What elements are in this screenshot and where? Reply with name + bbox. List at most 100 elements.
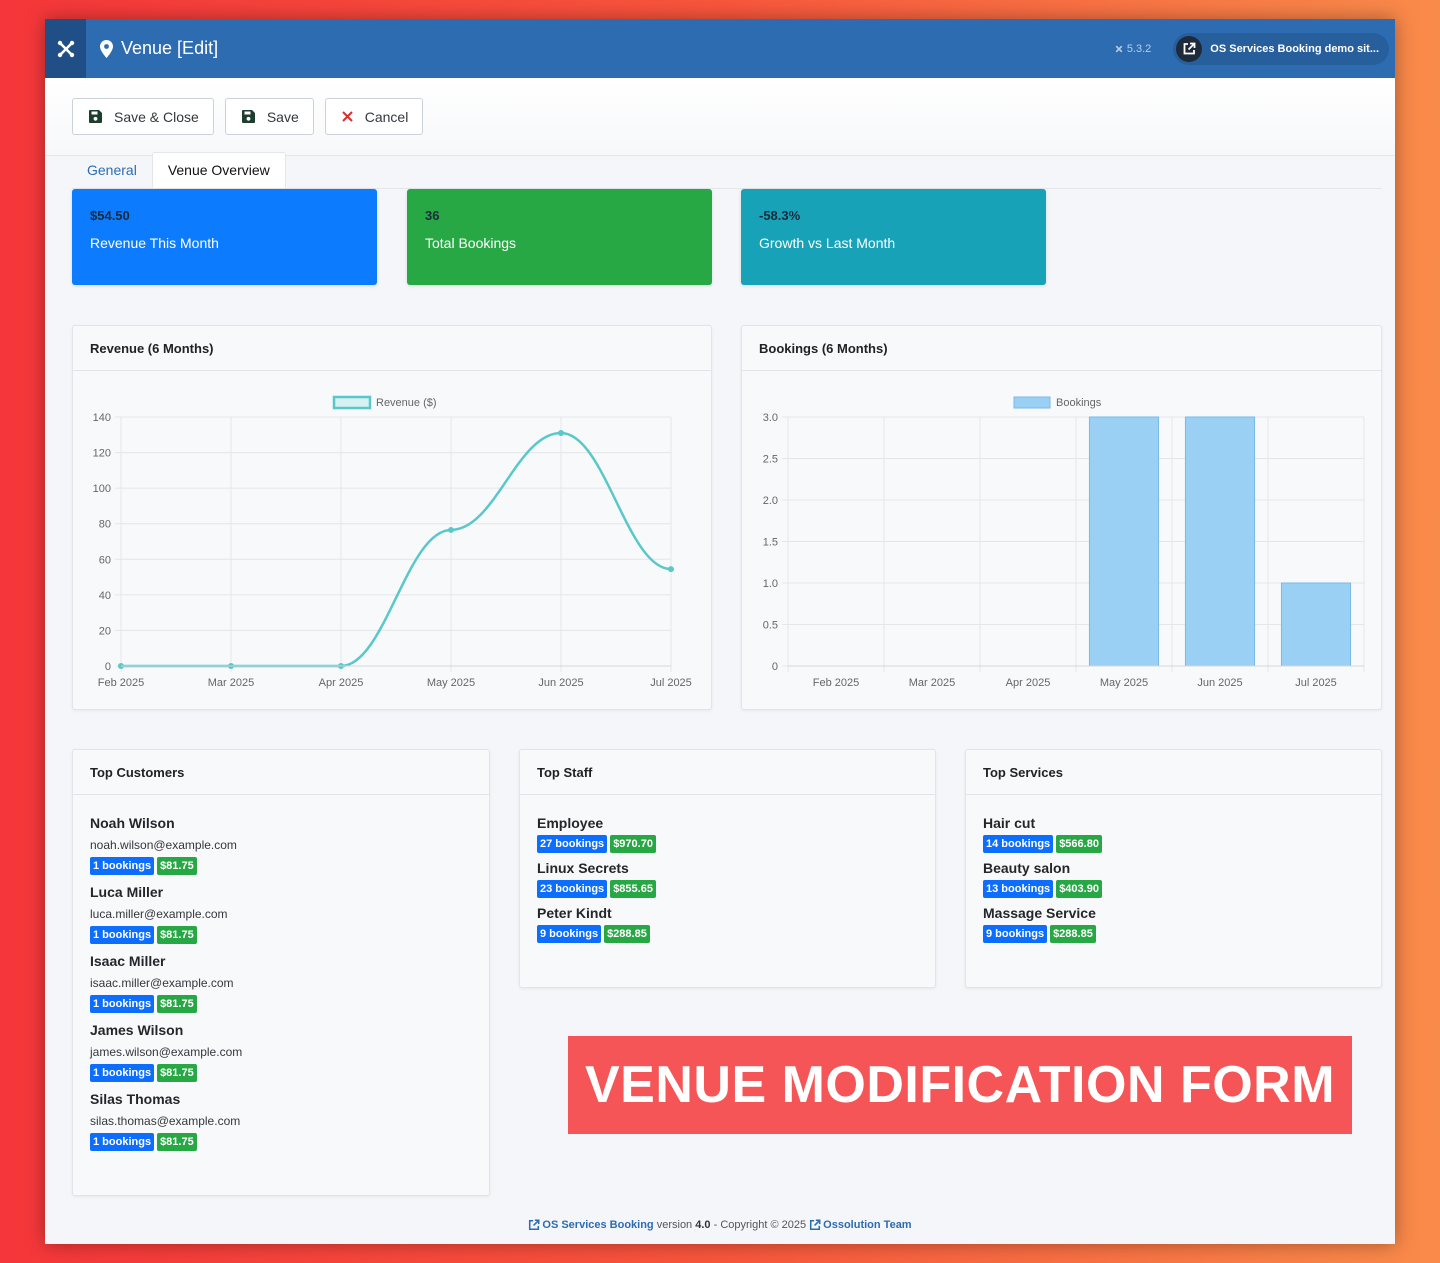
customer-name: James Wilson bbox=[90, 1022, 184, 1038]
bookings-badge: 1 bookings bbox=[90, 1133, 155, 1151]
bookings-badge: 1 bookings bbox=[90, 926, 155, 944]
amount-badge: $855.65 bbox=[610, 880, 656, 898]
list-item: Isaac Miller isaac.miller@example.com 1 … bbox=[90, 953, 472, 1013]
tab-general[interactable]: General bbox=[72, 152, 152, 188]
save-close-button[interactable]: Save & Close bbox=[72, 98, 214, 135]
x-tick-label: Feb 2025 bbox=[98, 677, 144, 689]
bookings-badge: 27 bookings bbox=[537, 835, 608, 853]
list-item: Peter Kindt 9 bookings $288.85 bbox=[537, 905, 918, 943]
customer-name: Isaac Miller bbox=[90, 953, 166, 969]
list-item: Employee 27 bookings $970.70 bbox=[537, 815, 918, 853]
bookings-badge: 9 bookings bbox=[537, 925, 602, 943]
legend: Revenue ($) bbox=[332, 395, 437, 410]
legend-label: Revenue ($) bbox=[376, 397, 437, 409]
list-item: Beauty salon 13 bookings $403.90 bbox=[983, 860, 1364, 898]
top-staff-card: Top Staff Employee 27 bookings $970.70 Li… bbox=[519, 749, 936, 988]
y-tick-label: 2.5 bbox=[763, 454, 778, 466]
save-button[interactable]: Save bbox=[224, 98, 314, 135]
list-item: Linux Secrets 23 bookings $855.65 bbox=[537, 860, 918, 898]
product-name: OS Services Booking bbox=[542, 1219, 654, 1231]
version-label: version bbox=[656, 1219, 693, 1231]
service-name: Hair cut bbox=[983, 815, 1036, 831]
tab-venue-overview[interactable]: Venue Overview bbox=[151, 152, 286, 188]
y-tick-label: 140 bbox=[93, 412, 111, 424]
team-name: Ossolution Team bbox=[823, 1219, 912, 1231]
y-tick-label: 40 bbox=[99, 590, 111, 602]
series-line bbox=[121, 431, 672, 668]
stat-value: $54.50 bbox=[90, 208, 130, 223]
list-item: Noah Wilson noah.wilson@example.com 1 bo… bbox=[90, 815, 472, 875]
top-staff-title: Top Staff bbox=[520, 750, 935, 795]
customer-email: isaac.miller@example.com bbox=[90, 976, 234, 990]
service-name: Beauty salon bbox=[983, 860, 1071, 876]
amount-badge: $970.70 bbox=[610, 835, 656, 853]
data-point bbox=[668, 566, 674, 573]
y-tick-label: 0.5 bbox=[763, 620, 778, 632]
bookings-badge: 14 bookings bbox=[983, 835, 1054, 853]
y-tick-label: 2.0 bbox=[763, 495, 778, 507]
amount-badge: $81.75 bbox=[157, 1064, 197, 1082]
customer-email: noah.wilson@example.com bbox=[90, 838, 237, 852]
bookings-badge: 1 bookings bbox=[90, 1064, 155, 1082]
cancel-button[interactable]: Cancel bbox=[324, 98, 424, 135]
version-text: 5.3.2 bbox=[1126, 42, 1152, 55]
legend: Bookings bbox=[1013, 396, 1102, 409]
bookings-chart: 0 0.5 1.0 1.5 2.0 2.5 3.0 Feb 2025 Mar 2025 Apr 2… bbox=[763, 396, 1365, 689]
header-bar: Venue [Edit] 5.3.2 OS Services Booking d… bbox=[45, 19, 1395, 78]
bar bbox=[1088, 416, 1160, 667]
save-close-label: Save & Close bbox=[114, 108, 199, 125]
stat-label: Total Bookings bbox=[425, 235, 517, 251]
x-tick-label: Apr 2025 bbox=[1006, 677, 1051, 689]
site-link-button[interactable]: OS Services Booking demo sit... bbox=[1173, 32, 1389, 65]
toolbar: Save & Close Save Cancel bbox=[45, 78, 1395, 156]
x-tick-label: Apr 2025 bbox=[319, 677, 364, 689]
customer-name: Silas Thomas bbox=[90, 1091, 181, 1107]
stat-revenue-card: $54.50 Revenue This Month bbox=[72, 189, 377, 285]
bookings-chart-title: Bookings (6 Months) bbox=[742, 326, 1381, 371]
x-tick-label: May 2025 bbox=[1100, 677, 1148, 689]
data-point bbox=[558, 430, 564, 437]
amount-badge: $81.75 bbox=[157, 857, 197, 875]
customer-name: Noah Wilson bbox=[90, 815, 175, 831]
staff-name: Peter Kindt bbox=[537, 905, 612, 921]
legend-swatch bbox=[332, 395, 372, 410]
product-link[interactable]: OS Services Booking bbox=[528, 1219, 654, 1231]
stat-label: Growth vs Last Month bbox=[759, 235, 896, 251]
amount-badge: $81.75 bbox=[157, 926, 197, 944]
y-tick-label: 80 bbox=[99, 519, 111, 531]
bar bbox=[1184, 416, 1256, 667]
top-customers-card: Top Customers Noah Wilson noah.wilson@ex… bbox=[72, 749, 490, 1196]
x-tick-label: Feb 2025 bbox=[813, 677, 859, 689]
bookings-badge: 1 bookings bbox=[90, 995, 155, 1013]
list-item: Hair cut 14 bookings $566.80 bbox=[983, 815, 1364, 853]
top-services-title: Top Services bbox=[966, 750, 1381, 795]
x-tick-label: Jun 2025 bbox=[1197, 677, 1242, 689]
overlay-banner: VENUE MODIFICATION FORM bbox=[568, 1036, 1352, 1134]
amount-badge: $81.75 bbox=[157, 995, 197, 1013]
bookings-badge: 1 bookings bbox=[90, 857, 155, 875]
y-tick-label: 100 bbox=[93, 483, 111, 495]
staff-list: Employee 27 bookings $970.70 Linux Secret… bbox=[520, 795, 935, 970]
close-icon bbox=[342, 111, 353, 122]
list-item: Silas Thomas silas.thomas@example.com 1 … bbox=[90, 1091, 472, 1151]
amount-badge: $403.90 bbox=[1056, 880, 1102, 898]
tab-bar: General Venue Overview bbox=[72, 152, 1382, 189]
list-item: Massage Service 9 bookings $288.85 bbox=[983, 905, 1364, 943]
staff-name: Linux Secrets bbox=[537, 860, 629, 876]
bookings-badge: 23 bookings bbox=[537, 880, 608, 898]
footer: OS Services Booking version 4.0 - Copyri… bbox=[45, 1219, 1395, 1231]
services-list: Hair cut 14 bookings $566.80 Beauty salon… bbox=[966, 795, 1381, 970]
stat-value: 36 bbox=[425, 208, 440, 223]
y-tick-label: 0 bbox=[772, 661, 778, 673]
amount-badge: $566.80 bbox=[1056, 835, 1102, 853]
customer-email: james.wilson@example.com bbox=[90, 1045, 243, 1059]
stat-growth-card: -58.3% Growth vs Last Month bbox=[741, 189, 1046, 285]
legend-label: Bookings bbox=[1056, 397, 1102, 409]
customer-email: luca.miller@example.com bbox=[90, 907, 228, 921]
save-icon bbox=[89, 110, 102, 123]
bar bbox=[1280, 582, 1352, 667]
amount-badge: $288.85 bbox=[604, 925, 650, 943]
joomla-logo-icon[interactable] bbox=[45, 19, 86, 78]
bookings-chart-card: Bookings (6 Months) 0 0.5 1.0 1.5 2.0 2.5 3.0 F… bbox=[741, 325, 1382, 710]
team-link[interactable]: Ossolution Team bbox=[809, 1219, 912, 1231]
